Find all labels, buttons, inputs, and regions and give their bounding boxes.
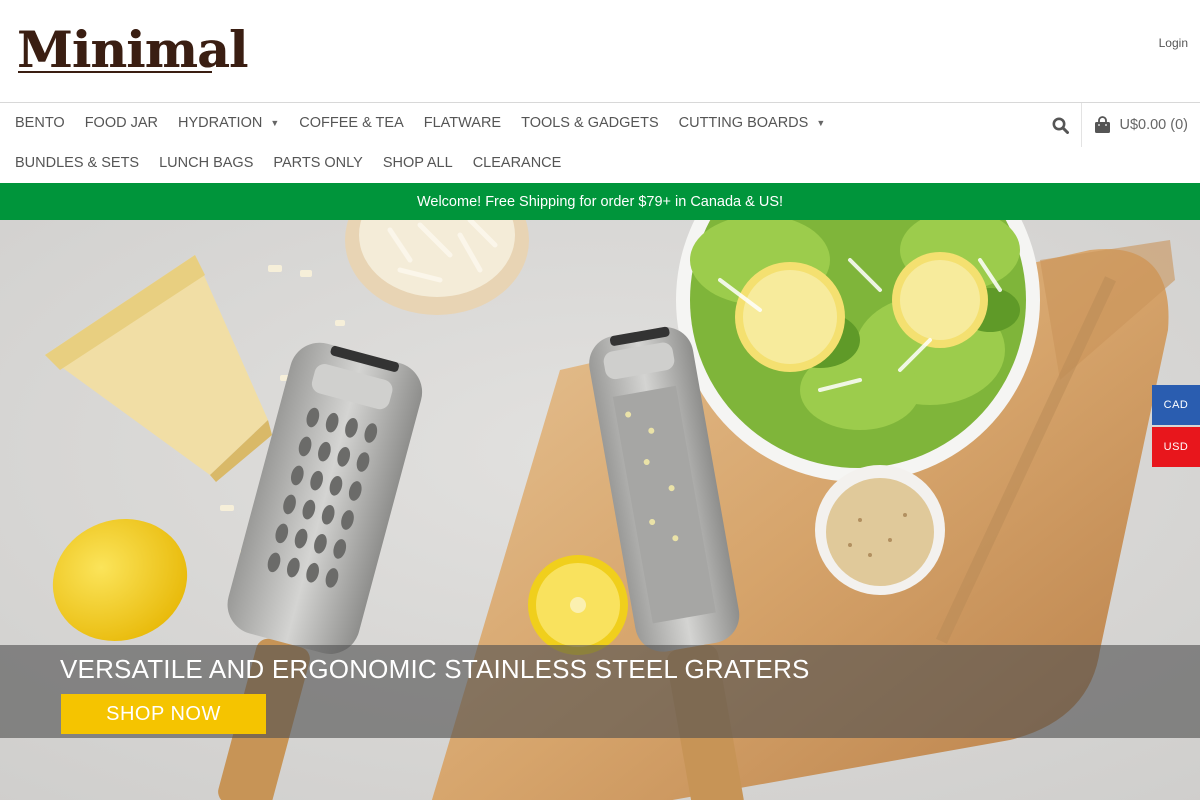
site-logo[interactable]: Minimal bbox=[17, 24, 248, 76]
currency-usd-button[interactable]: USD bbox=[1152, 427, 1200, 467]
nav-item-tools-gadgets[interactable]: TOOLS & GADGETS bbox=[521, 115, 659, 131]
shopping-bag-icon bbox=[1095, 116, 1111, 133]
nav-row-primary: BENTO FOOD JAR HYDRATION ▼ COFFEE & TEA FLATW… bbox=[15, 103, 845, 143]
nav-item-label: FLATWARE bbox=[423, 115, 502, 131]
shop-now-button[interactable]: SHOP NOW bbox=[61, 694, 266, 734]
promo-text: Welcome! Free Shipping for order $79+ in… bbox=[416, 193, 784, 210]
nav-item-lunch-bags[interactable]: LUNCH BAGS bbox=[159, 155, 253, 171]
nav-item-label: CUTTING BOARDS bbox=[678, 115, 809, 131]
logo-underline bbox=[18, 71, 212, 73]
nav-item-label: PARTS ONLY bbox=[273, 155, 363, 171]
nav-item-clearance[interactable]: CLEARANCE bbox=[473, 155, 562, 171]
nav-item-label: TOOLS & GADGETS bbox=[521, 115, 659, 131]
nav-item-parts-only[interactable]: PARTS ONLY bbox=[273, 155, 362, 171]
cart-total: U$0.00 (0) bbox=[1119, 117, 1188, 133]
nav-item-bento[interactable]: BENTO bbox=[15, 115, 65, 131]
search-button[interactable] bbox=[1040, 103, 1083, 147]
nav-item-label: LUNCH BAGS bbox=[159, 155, 254, 171]
nav-item-hydration[interactable]: HYDRATION ▼ bbox=[178, 115, 279, 131]
caret-down-icon: ▼ bbox=[270, 118, 280, 128]
currency-cad-button[interactable]: CAD bbox=[1152, 385, 1200, 425]
nav-item-shop-all[interactable]: SHOP ALL bbox=[383, 155, 453, 171]
nav-tools: U$0.00 (0) bbox=[1040, 103, 1200, 147]
nav-item-label: CLEARANCE bbox=[472, 155, 562, 171]
nav-item-label: SHOP ALL bbox=[382, 155, 453, 171]
nav-item-bundles-sets[interactable]: BUNDLES & SETS bbox=[15, 155, 139, 171]
nav-item-label: HYDRATION bbox=[178, 115, 263, 131]
caret-down-icon: ▼ bbox=[816, 118, 826, 128]
hero-caption: VERSATILE AND ERGONOMIC STAINLESS STEEL … bbox=[0, 645, 1200, 738]
nav-row-secondary: BUNDLES & SETS LUNCH BAGS PARTS ONLY SHOP A… bbox=[15, 143, 581, 183]
nav-item-coffee-tea[interactable]: COFFEE & TEA bbox=[299, 115, 403, 131]
nav-item-food-jar[interactable]: FOOD JAR bbox=[85, 115, 158, 131]
nav-item-flatware[interactable]: FLATWARE bbox=[424, 115, 501, 131]
nav-item-label: BUNDLES & SETS bbox=[15, 155, 140, 171]
nav-item-label: BENTO bbox=[15, 115, 65, 131]
promo-banner: Welcome! Free Shipping for order $79+ in… bbox=[0, 183, 1200, 220]
hero-banner: VERSATILE AND ERGONOMIC STAINLESS STEEL … bbox=[0, 220, 1200, 800]
search-icon bbox=[1052, 117, 1070, 134]
site-header: Minimal Login bbox=[0, 0, 1200, 103]
login-link[interactable]: Login bbox=[1159, 36, 1188, 50]
nav-item-label: COFFEE & TEA bbox=[299, 115, 404, 131]
nav-item-label: FOOD JAR bbox=[84, 115, 159, 131]
cart-button[interactable]: U$0.00 (0) bbox=[1094, 116, 1200, 134]
nav-item-cutting-boards[interactable]: CUTTING BOARDS ▼ bbox=[679, 115, 826, 131]
main-nav: BENTO FOOD JAR HYDRATION ▼ COFFEE & TEA FLATW… bbox=[0, 103, 1200, 183]
hero-title: VERSATILE AND ERGONOMIC STAINLESS STEEL … bbox=[60, 654, 810, 684]
